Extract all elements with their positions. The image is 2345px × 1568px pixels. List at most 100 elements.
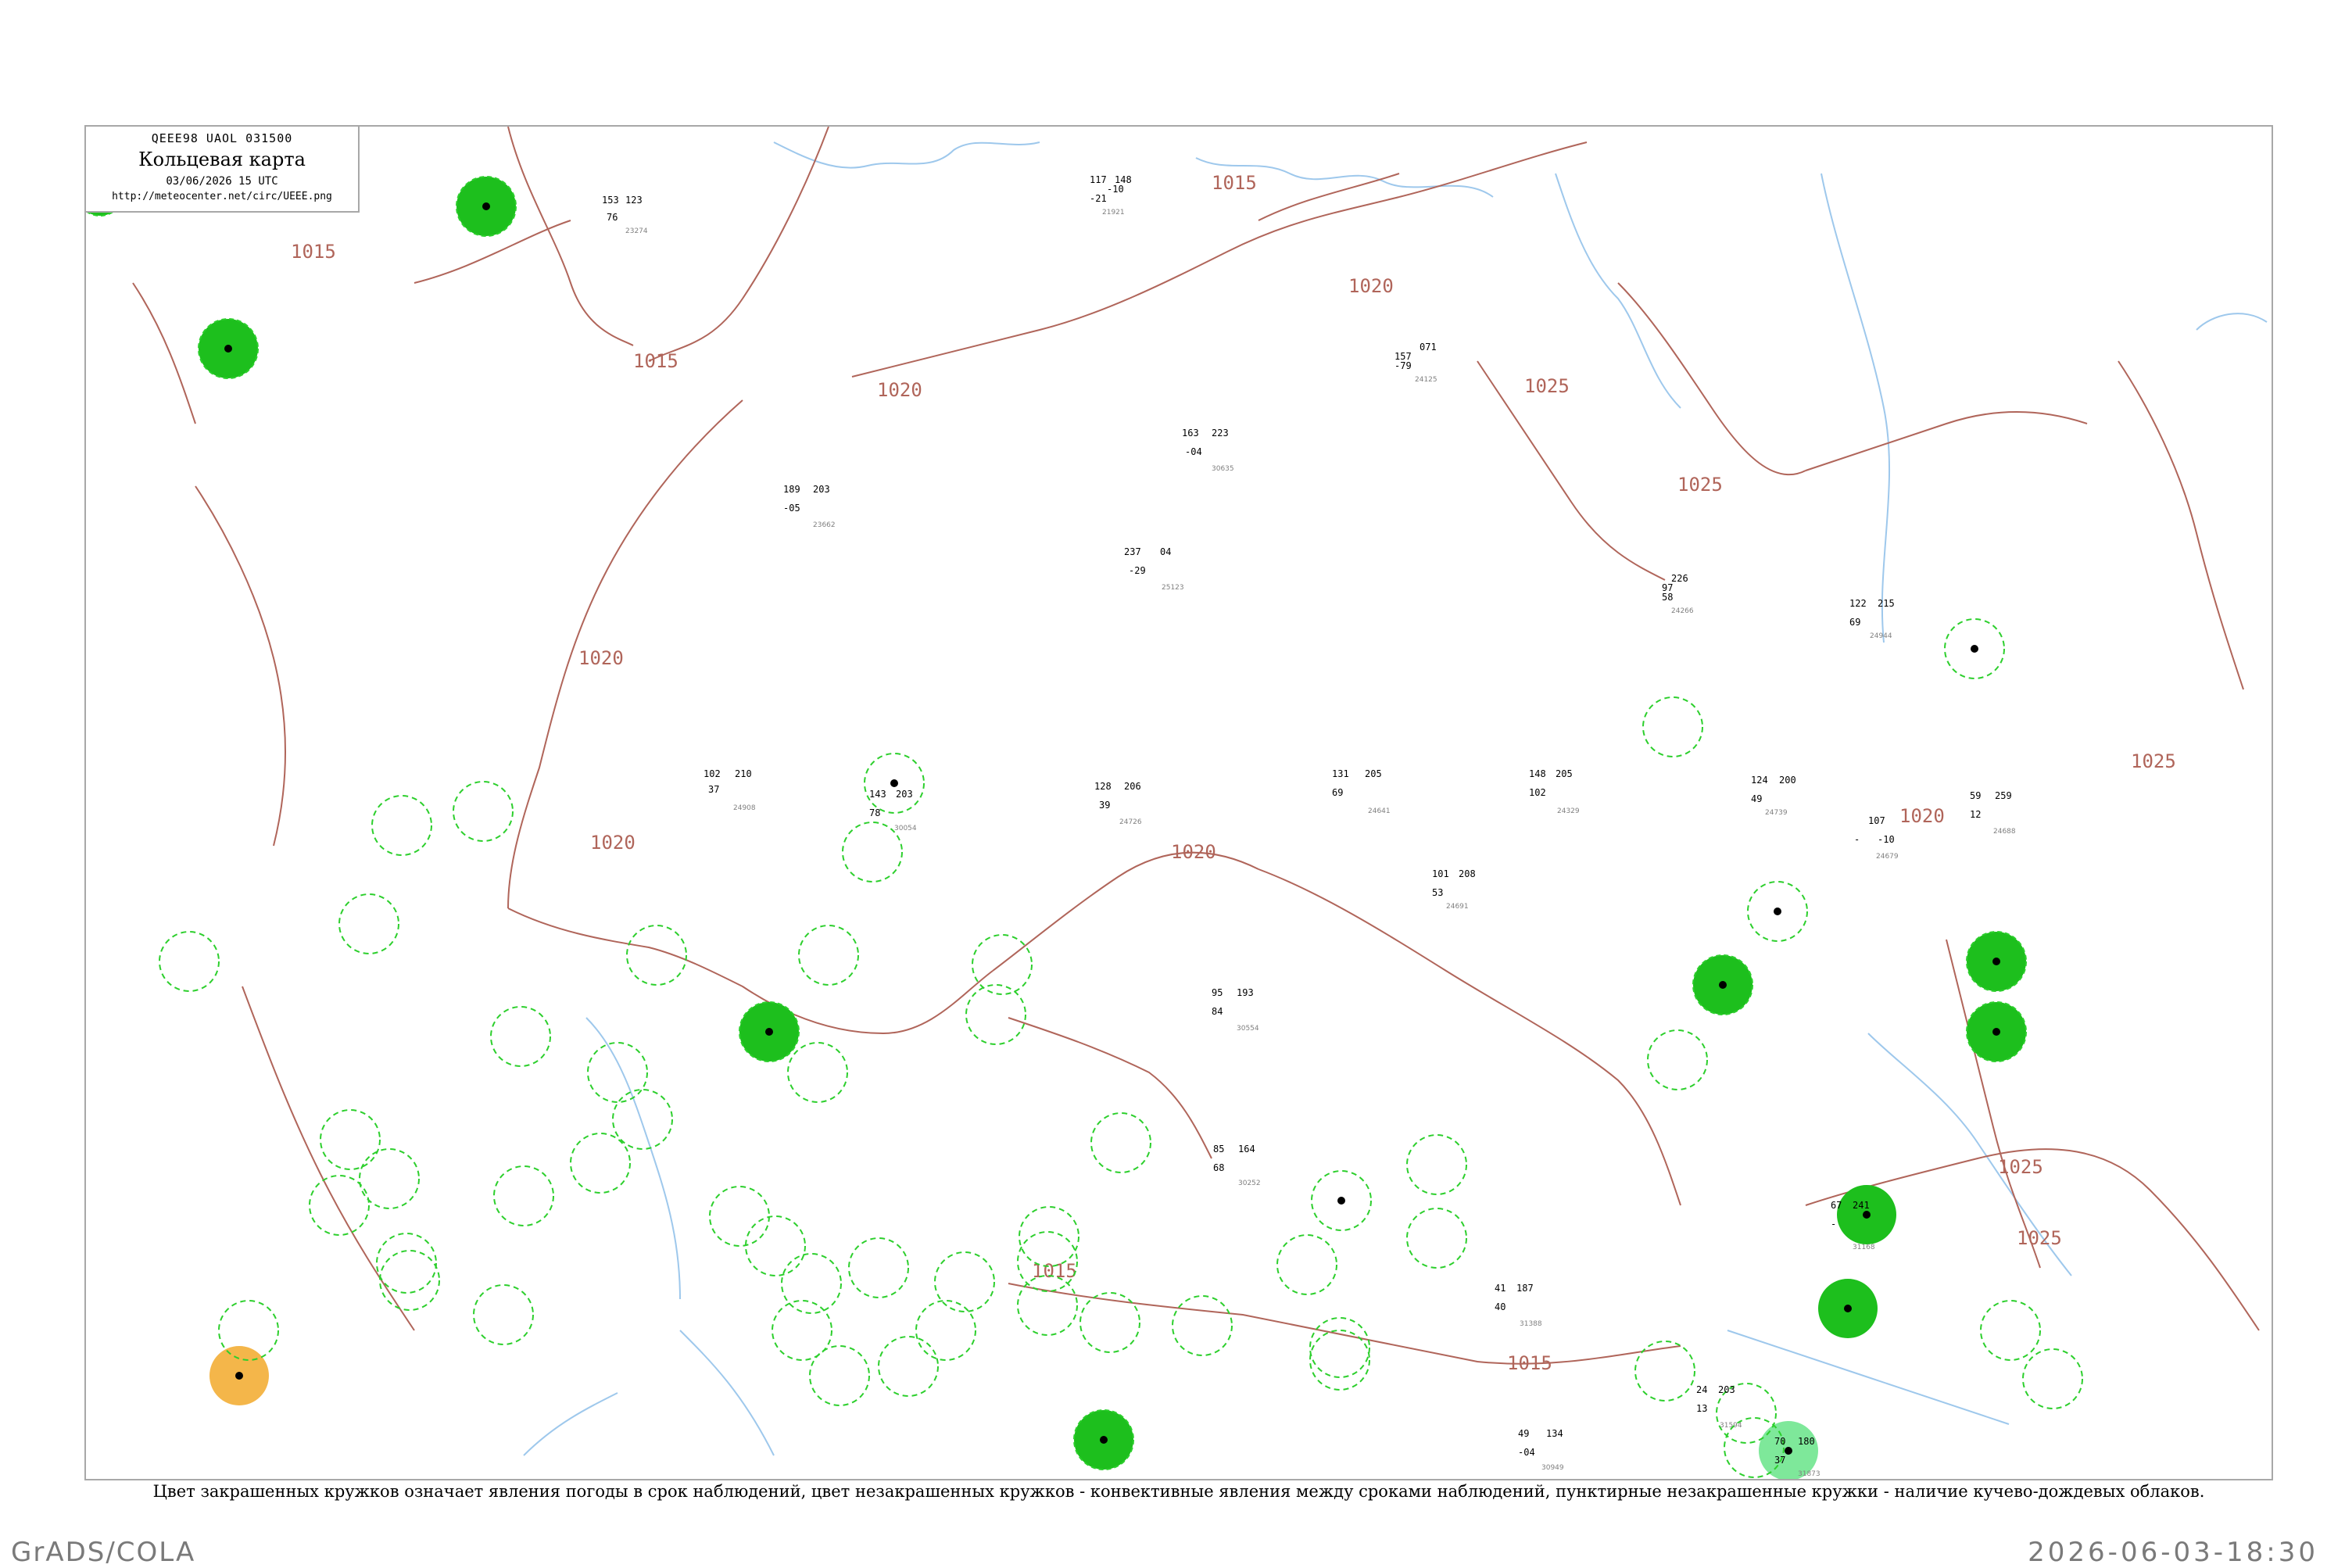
station-pressure: 143 xyxy=(869,789,886,800)
isobar-label: 1020 xyxy=(590,832,635,854)
station-plot: 117 148 -10 -21 21921 xyxy=(1090,174,1132,217)
isobar-label: 1020 xyxy=(578,647,624,669)
station-plot: 134 49 -04 30949 xyxy=(1518,1428,1564,1472)
station-temp: 205 xyxy=(1365,768,1382,779)
station-temp: 223 xyxy=(1212,428,1229,439)
station-pressure: 117 xyxy=(1090,174,1107,185)
station-id: 23274 xyxy=(625,227,648,235)
map-datetime: 03/06/2026 15 UTC xyxy=(166,175,278,188)
station-pressure: 153 xyxy=(602,195,619,206)
station-id: 21921 xyxy=(1102,209,1125,217)
station-dew: 78 xyxy=(869,807,880,818)
station-pressure: 189 xyxy=(783,484,800,495)
isobar-label: 1015 xyxy=(291,241,336,263)
station-pressure: 164 xyxy=(1238,1144,1255,1155)
station-pressure: 131 xyxy=(1332,768,1349,779)
station-temp: -10 xyxy=(1107,184,1124,195)
station-id: 24739 xyxy=(1765,809,1788,817)
station-dew: -29 xyxy=(1129,565,1146,576)
station-plot: 102 210 37 24908 xyxy=(704,768,756,812)
station-dew: 69 xyxy=(1332,787,1343,798)
station-pressure: 107 xyxy=(1868,815,1885,826)
station-id: 24641 xyxy=(1368,807,1391,815)
station-plot: 128 206 39 24726 xyxy=(1094,781,1142,826)
convective-rings xyxy=(159,618,2083,1478)
station-id: 31873 xyxy=(1798,1470,1821,1478)
station-plot: 189 203 -05 23662 xyxy=(783,484,836,529)
station-pressure: 134 xyxy=(1546,1428,1563,1439)
station-temp: 04 xyxy=(1160,546,1171,557)
station-dew: 39 xyxy=(1099,800,1110,811)
station-temp: 70 xyxy=(1774,1436,1785,1447)
station-id: 31388 xyxy=(1520,1320,1542,1328)
station-pressure: 163 xyxy=(1182,428,1199,439)
station-plot: 153 123 76 23274 xyxy=(602,195,648,235)
station-plot: 259 59 12 24688 xyxy=(1970,790,2016,836)
isobar-labels: 1015 1020 1025 1015 1020 1025 1020 1015 … xyxy=(291,172,2176,1374)
station-pressure: 122 xyxy=(1849,598,1867,609)
station-pressure: 128 xyxy=(1094,781,1112,792)
isobar-label: 1020 xyxy=(1899,805,1945,827)
station-temp: 49 xyxy=(1518,1428,1529,1439)
isobar-label: 1015 xyxy=(1212,172,1257,194)
station-temp: 208 xyxy=(1459,868,1476,879)
station-id: 31594 xyxy=(1720,1422,1742,1430)
station-pressure: 124 xyxy=(1751,775,1768,786)
render-timestamp: 2026-06-03-18:30 xyxy=(2028,1537,2318,1568)
station-id: 24125 xyxy=(1415,376,1437,384)
station-dew: -05 xyxy=(783,503,800,514)
map-url[interactable]: http://meteocenter.net/circ/UEEE.png xyxy=(86,191,358,202)
station-dew: 37 xyxy=(1774,1455,1785,1466)
station-id: 30635 xyxy=(1212,465,1234,473)
station-pressure: 148 xyxy=(1529,768,1546,779)
station-id: 30054 xyxy=(894,825,917,832)
station-pressure: 226 xyxy=(1671,573,1688,584)
station-pressure: 203 xyxy=(1718,1384,1735,1395)
station-plot: 148 205 102 24329 xyxy=(1529,768,1580,815)
station-dew: -79 xyxy=(1394,360,1412,371)
station-id: 30949 xyxy=(1541,1464,1564,1472)
isobar-label: 1025 xyxy=(1998,1156,2043,1178)
station-dew: 49 xyxy=(1751,793,1762,804)
station-pressure: 193 xyxy=(1237,987,1254,998)
station-plot: 107 -10 - 24679 xyxy=(1854,815,1899,861)
station-dew: 84 xyxy=(1212,1006,1223,1017)
station-plot: 203 24 13 31594 xyxy=(1696,1384,1742,1430)
isobar-label: 1020 xyxy=(877,379,922,401)
station-dew: -21 xyxy=(1090,193,1107,204)
isobars xyxy=(132,127,2260,1365)
station-id: 24944 xyxy=(1870,632,1892,640)
map-legend-box: QEEE98 UAOL 031500 Кольцевая карта 03/06… xyxy=(84,125,360,213)
station-id: 31168 xyxy=(1853,1244,1875,1251)
station-id: 24908 xyxy=(733,804,756,812)
station-plot: 071 157 -79 24125 xyxy=(1394,342,1437,384)
station-temp: 215 xyxy=(1878,598,1895,609)
station-id: 24679 xyxy=(1876,853,1899,861)
station-temp: 67 xyxy=(1831,1200,1842,1211)
map-caption: Цвет закрашенных кружков означает явлени… xyxy=(152,1482,2205,1501)
weather-circles xyxy=(86,168,2027,1479)
station-temp: 200 xyxy=(1779,775,1796,786)
station-plot: 131 205 69 24641 xyxy=(1332,768,1391,815)
station-plot: 143 203 78 30054 xyxy=(869,789,917,832)
isobar-label: 1015 xyxy=(1507,1352,1552,1374)
station-pressure: 237 xyxy=(1124,546,1141,557)
isobar-label: 1025 xyxy=(1677,474,1723,496)
station-plot: 237 04 -29 25123 xyxy=(1124,546,1184,592)
station-temp: 59 xyxy=(1970,790,1981,801)
station-pressure: 259 xyxy=(1995,790,2012,801)
isobar-label: 1025 xyxy=(1524,375,1570,397)
map-area[interactable]: 1015 1020 1025 1015 1020 1025 1020 1015 … xyxy=(84,125,2273,1480)
station-pressure: 180 xyxy=(1798,1436,1815,1447)
station-dew: 58 xyxy=(1662,592,1673,603)
isobar-label: 1015 xyxy=(1032,1260,1077,1282)
station-id: 24266 xyxy=(1671,607,1694,615)
station-plot: 187 41 40 31388 xyxy=(1495,1283,1542,1328)
station-id: 24329 xyxy=(1557,807,1580,815)
station-plot: 122 215 69 24944 xyxy=(1849,598,1895,640)
station-temp: 206 xyxy=(1124,781,1141,792)
station-dew: - xyxy=(1854,834,1860,845)
station-temp: 95 xyxy=(1212,987,1223,998)
station-temp: 123 xyxy=(625,195,643,206)
isobar-label: 1025 xyxy=(2017,1227,2062,1249)
